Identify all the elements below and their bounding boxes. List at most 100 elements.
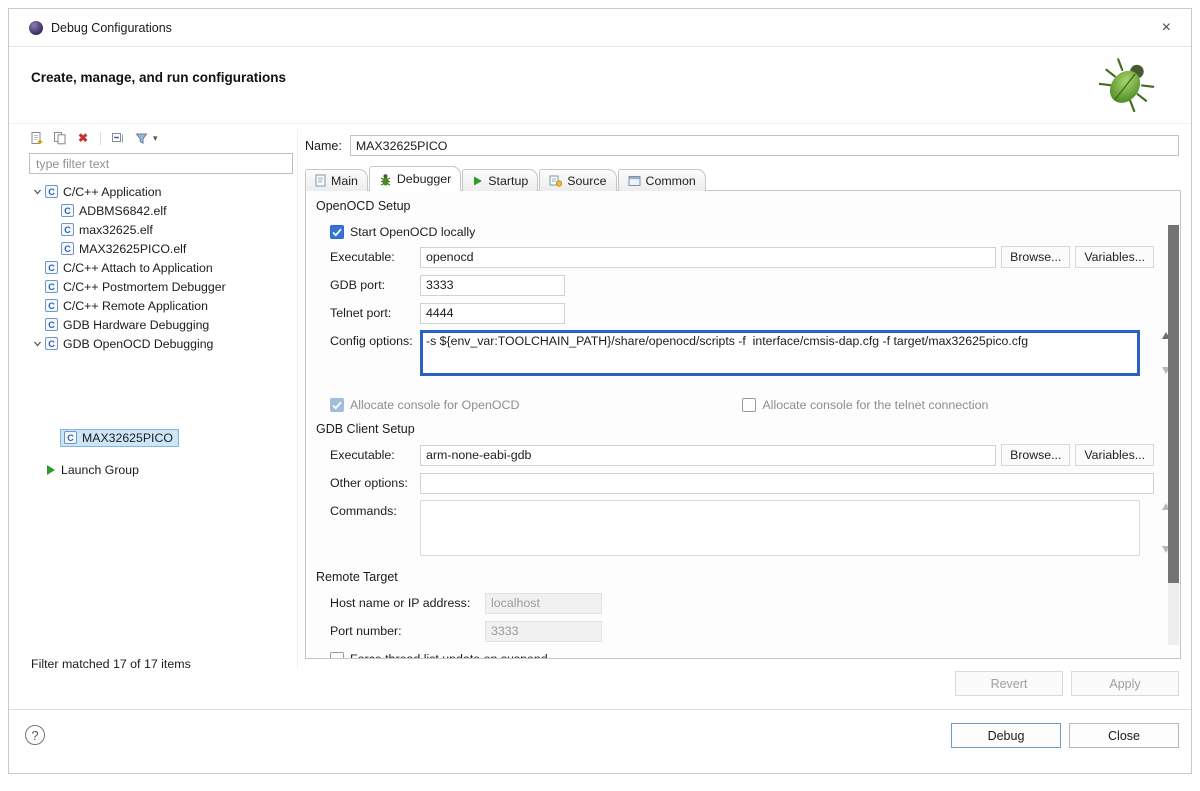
config-options-row: Config options: -s ${env_var:TOOLCHAIN_P… [330, 330, 1140, 376]
tree-item-launch-group[interactable]: Launch Group [29, 460, 293, 479]
group-title-remote-target: Remote Target [316, 570, 398, 584]
revert-button[interactable]: Revert [955, 671, 1063, 696]
other-options-input[interactable] [420, 473, 1154, 494]
new-configuration-icon[interactable] [29, 130, 45, 146]
tree-item-label: MAX32625PICO [82, 431, 173, 445]
port-number-input [485, 621, 602, 642]
dialog-header: Create, manage, and run configurations [9, 48, 1191, 124]
delete-icon[interactable]: ✖ [75, 130, 91, 146]
tab-label: Source [567, 174, 606, 188]
c-file-icon: C [45, 261, 58, 274]
scrollbar-thumb[interactable] [1168, 225, 1179, 583]
filter-status: Filter matched 17 of 17 items [31, 657, 191, 671]
telnet-port-input[interactable] [420, 303, 565, 324]
page-title: Create, manage, and run configurations [31, 70, 286, 85]
gdb-port-row: GDB port: [330, 274, 1154, 296]
browse-button[interactable]: Browse... [1001, 246, 1070, 268]
tree-item-max32625pico-selected[interactable]: C MAX32625PICO [29, 428, 293, 447]
filter-icon[interactable] [133, 130, 149, 146]
c-file-icon: C [45, 299, 58, 312]
tree-item-remote-application[interactable]: C C/C++ Remote Application [29, 296, 293, 315]
tree-item-label: C/C++ Attach to Application [63, 261, 213, 275]
host-input [485, 593, 602, 614]
field-label: Commands: [330, 504, 420, 518]
tab-label: Startup [488, 174, 528, 188]
tree-item-attach-to-application[interactable]: C C/C++ Attach to Application [29, 258, 293, 277]
source-icon [549, 174, 562, 187]
tree-item-label: GDB OpenOCD Debugging [63, 337, 213, 351]
commands-row: Commands: [330, 500, 1140, 556]
c-file-icon: C [61, 204, 74, 217]
tree-item-adbms6842[interactable]: C ADBMS6842.elf [29, 201, 293, 220]
c-file-icon: C [45, 280, 58, 293]
tab-startup[interactable]: Startup [462, 169, 538, 191]
variables-button[interactable]: Variables... [1075, 246, 1154, 268]
vertical-scrollbar[interactable] [1168, 225, 1179, 645]
filter-input[interactable] [29, 153, 293, 174]
selected-tree-item: C MAX32625PICO [60, 429, 179, 447]
debug-button[interactable]: Debug [951, 723, 1061, 748]
allocate-console-telnet-checkbox[interactable] [742, 398, 756, 412]
debug-bug-icon [1099, 54, 1157, 112]
config-options-textarea[interactable]: -s ${env_var:TOOLCHAIN_PATH}/share/openo… [420, 330, 1140, 376]
browse-button[interactable]: Browse... [1001, 444, 1070, 466]
checkbox-label: Allocate console for OpenOCD [350, 398, 519, 412]
tree-item-max32625pico-elf[interactable]: C MAX32625PICO.elf [29, 239, 293, 258]
checkbox-label: Allocate console for the telnet connecti… [762, 398, 988, 412]
variables-button[interactable]: Variables... [1075, 444, 1154, 466]
launch-group-icon [47, 465, 55, 475]
configurations-panel: ✖ ▾ C C/C++ Application C ADBMS6842.elf [29, 129, 293, 677]
force-thread-list-row: Force thread list update on suspend [330, 648, 1154, 659]
chevron-down-icon[interactable] [31, 187, 44, 196]
openocd-executable-row: Executable: Browse... Variables... [330, 246, 1154, 268]
toolbar-separator [100, 132, 101, 145]
field-label: Executable: [330, 250, 420, 264]
debugger-bug-icon [379, 173, 392, 186]
checkbox-label: Force thread list update on suspend [350, 652, 548, 659]
tree-item-gdb-hardware-debugging[interactable]: C GDB Hardware Debugging [29, 315, 293, 334]
c-file-icon: C [45, 318, 58, 331]
configurations-tree: C C/C++ Application C ADBMS6842.elf C ma… [29, 182, 293, 479]
tree-item-cpp-application[interactable]: C C/C++ Application [29, 182, 293, 201]
tab-label: Debugger [397, 172, 451, 186]
play-icon [472, 175, 483, 187]
gdb-executable-row: Executable: Browse... Variables... [330, 444, 1154, 466]
tree-item-max32625-elf[interactable]: C max32625.elf [29, 220, 293, 239]
close-dialog-button[interactable]: Close [1069, 723, 1179, 748]
tree-item-postmortem-debugger[interactable]: C C/C++ Postmortem Debugger [29, 277, 293, 296]
field-label: Other options: [330, 476, 420, 490]
host-row: Host name or IP address: [330, 592, 1154, 614]
name-row: Name: [305, 134, 1179, 157]
commands-textarea[interactable] [420, 500, 1140, 556]
help-button[interactable]: ? [25, 725, 45, 745]
force-thread-list-checkbox[interactable] [330, 652, 344, 659]
duplicate-icon[interactable] [52, 130, 68, 146]
name-input[interactable] [350, 135, 1179, 156]
field-label: Telnet port: [330, 306, 420, 320]
tree-item-label: ADBMS6842.elf [79, 204, 167, 218]
tree-item-gdb-openocd-debugging[interactable]: C GDB OpenOCD Debugging [29, 334, 293, 353]
chevron-down-icon[interactable] [31, 339, 44, 348]
tab-source[interactable]: Source [539, 169, 616, 191]
c-file-icon: C [45, 185, 58, 198]
gdb-port-input[interactable] [420, 275, 565, 296]
tab-common[interactable]: Common [618, 169, 706, 191]
window-title: Debug Configurations [51, 21, 172, 35]
tree-item-label: C/C++ Application [63, 185, 161, 199]
openocd-executable-input[interactable] [420, 247, 996, 268]
start-openocd-row: Start OpenOCD locally [330, 221, 1154, 243]
window-icon [29, 21, 43, 35]
tab-main[interactable]: Main [305, 169, 368, 191]
console-checkboxes-row: Allocate console for OpenOCD Allocate co… [330, 394, 1154, 416]
gdb-executable-input[interactable] [420, 445, 996, 466]
collapse-all-icon[interactable] [110, 130, 126, 146]
tab-debugger[interactable]: Debugger [369, 166, 461, 191]
checkbox-label: Start OpenOCD locally [350, 225, 475, 239]
other-options-row: Other options: [330, 472, 1154, 494]
close-icon[interactable]: × [1158, 19, 1175, 37]
panel-divider[interactable] [297, 129, 298, 669]
tab-label: Common [646, 174, 696, 188]
apply-button[interactable]: Apply [1071, 671, 1179, 696]
start-openocd-checkbox[interactable] [330, 225, 344, 239]
dropdown-caret-icon[interactable]: ▾ [153, 133, 158, 144]
